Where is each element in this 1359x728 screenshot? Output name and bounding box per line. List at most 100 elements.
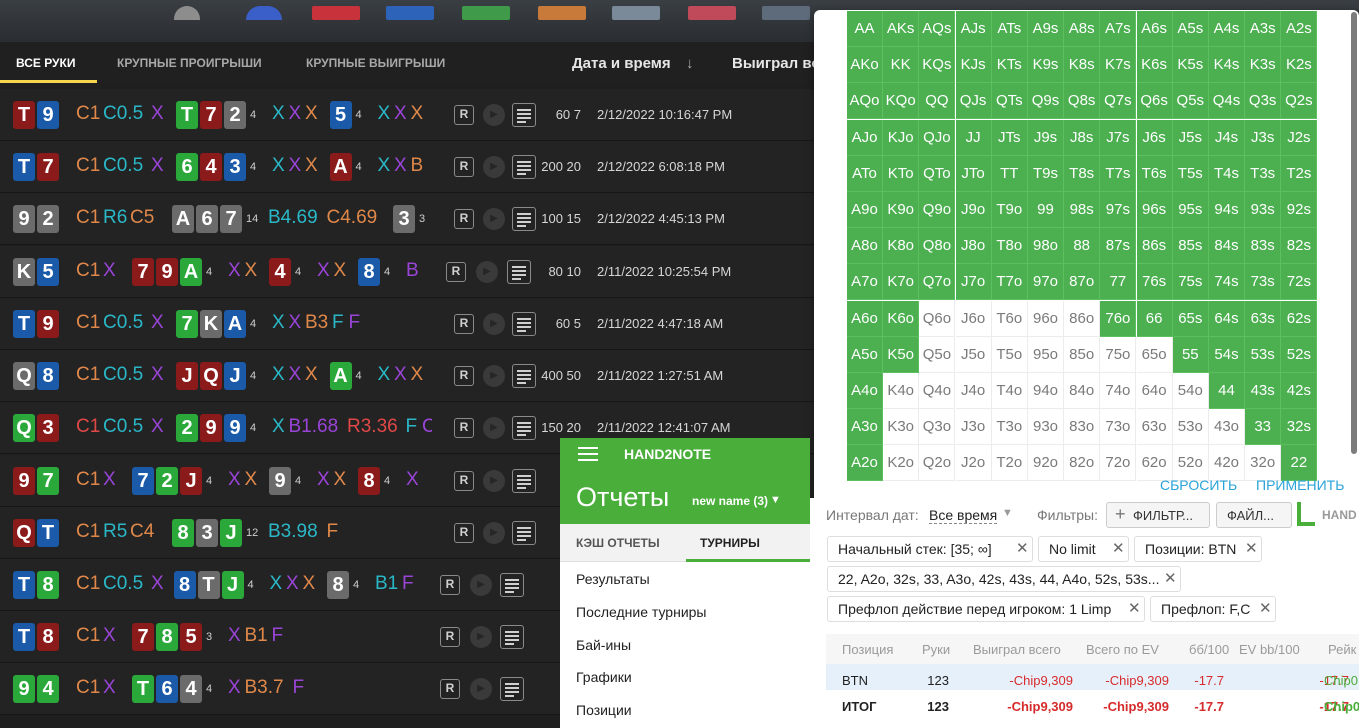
range-cell[interactable]: 64o: [1136, 373, 1173, 409]
range-cell[interactable]: 95o: [1028, 336, 1064, 373]
range-cell[interactable]: QTo: [919, 155, 956, 192]
range-cell[interactable]: Q6s: [1136, 83, 1173, 120]
range-cell[interactable]: 84o: [1064, 373, 1101, 409]
replay-button[interactable]: R: [446, 262, 466, 282]
replay-button[interactable]: R: [454, 157, 474, 177]
app-icon[interactable]: [538, 6, 586, 20]
range-cell[interactable]: T8o: [991, 228, 1028, 265]
range-cell[interactable]: 86s: [1136, 228, 1173, 265]
range-cell[interactable]: J2o: [955, 445, 992, 482]
range-cell[interactable]: Q9s: [1028, 83, 1064, 120]
replay-button[interactable]: R: [454, 105, 474, 125]
range-cell[interactable]: K2s: [1281, 47, 1318, 84]
range-cell[interactable]: J8o: [955, 228, 992, 265]
menu-item-buyins[interactable]: Бай-ины: [576, 637, 631, 653]
range-cell[interactable]: 54s: [1209, 336, 1245, 373]
range-cell[interactable]: A3o: [847, 409, 883, 446]
range-cell[interactable]: T8s: [1064, 155, 1101, 192]
chevron-down-icon[interactable]: ▼: [770, 494, 781, 506]
notes-icon[interactable]: [500, 677, 524, 701]
range-cell[interactable]: KQo: [883, 83, 920, 120]
range-cell[interactable]: A8s: [1064, 11, 1101, 47]
range-cell[interactable]: 98o: [1028, 228, 1064, 265]
range-cell[interactable]: Q7s: [1100, 83, 1137, 120]
range-cell[interactable]: T4s: [1209, 155, 1245, 192]
play-icon[interactable]: ▶: [483, 104, 505, 126]
range-cell[interactable]: K5s: [1172, 47, 1209, 84]
range-cell[interactable]: KTo: [883, 155, 920, 192]
range-cell[interactable]: 53s: [1245, 336, 1282, 373]
range-cell[interactable]: T6s: [1136, 155, 1173, 192]
range-cell[interactable]: J8s: [1064, 119, 1101, 156]
range-cell[interactable]: 76s: [1136, 264, 1173, 301]
replay-button[interactable]: R: [440, 679, 460, 699]
range-cell[interactable]: K9o: [883, 192, 920, 228]
range-cell[interactable]: 62s: [1281, 300, 1318, 337]
range-cell[interactable]: T2o: [991, 445, 1028, 482]
range-cell[interactable]: A6s: [1136, 11, 1173, 47]
range-cell[interactable]: 97s: [1100, 192, 1137, 228]
range-cell[interactable]: 92o: [1028, 445, 1064, 482]
range-cell[interactable]: Q3o: [919, 409, 956, 446]
range-cell[interactable]: A7s: [1100, 11, 1137, 47]
replay-button[interactable]: R: [454, 314, 474, 334]
range-cell[interactable]: J9o: [955, 192, 992, 228]
report-name-select[interactable]: new name (3): [692, 494, 768, 508]
range-cell[interactable]: 66: [1136, 300, 1173, 337]
play-icon[interactable]: ▶: [470, 626, 492, 648]
range-cell[interactable]: 75s: [1172, 264, 1209, 301]
range-cell[interactable]: J4s: [1209, 119, 1245, 156]
range-cell[interactable]: J5o: [955, 336, 992, 373]
range-cell[interactable]: A3s: [1245, 11, 1282, 47]
play-icon[interactable]: ▶: [483, 417, 505, 439]
range-cell[interactable]: J7o: [955, 264, 992, 301]
range-cell[interactable]: K7s: [1100, 47, 1137, 84]
col-position[interactable]: Позиция: [842, 642, 893, 657]
range-cell[interactable]: A9o: [847, 192, 883, 228]
range-cell[interactable]: JTs: [991, 119, 1028, 156]
menu-item-graphs[interactable]: Графики: [576, 669, 632, 685]
range-cell[interactable]: K9s: [1028, 47, 1064, 84]
range-cell[interactable]: 96o: [1028, 300, 1064, 337]
range-cell[interactable]: 77: [1100, 264, 1137, 301]
range-cell[interactable]: 84s: [1209, 228, 1245, 265]
range-cell[interactable]: K5o: [883, 336, 920, 373]
range-cell[interactable]: 74o: [1100, 373, 1137, 409]
range-cell[interactable]: K4o: [883, 373, 920, 409]
range-cell[interactable]: T5o: [991, 336, 1028, 373]
filter-chip[interactable]: 22, A2o, 32s, 33, A3o, 42s, 43s, 44, A4o…: [827, 566, 1181, 592]
range-cell[interactable]: A4s: [1209, 11, 1245, 47]
range-cell[interactable]: JTo: [955, 155, 992, 192]
range-cell[interactable]: A4o: [847, 373, 883, 409]
menu-item-recent-tournaments[interactable]: Последние турниры: [576, 604, 707, 620]
file-button[interactable]: ФАЙЛ...: [1216, 502, 1292, 528]
menu-item-results[interactable]: Результаты: [576, 571, 650, 587]
range-cell[interactable]: 52o: [1172, 445, 1209, 482]
play-icon[interactable]: ▶: [483, 208, 505, 230]
range-cell[interactable]: T3o: [991, 409, 1028, 446]
app-icon[interactable]: [174, 6, 200, 20]
filter-chip[interactable]: Префлоп действие перед игроком: 1 Limp ✕: [827, 596, 1145, 622]
range-cell[interactable]: 65s: [1172, 300, 1209, 337]
range-cell[interactable]: Q6o: [919, 300, 956, 337]
app-icon[interactable]: [612, 6, 660, 20]
tab-big-wins[interactable]: КРУПНЫЕ ВЫИГРЫШИ: [306, 56, 445, 70]
range-cell[interactable]: Q7o: [919, 264, 956, 301]
tab-big-losses[interactable]: КРУПНЫЕ ПРОИГРЫШИ: [117, 56, 262, 70]
replay-button[interactable]: R: [454, 366, 474, 386]
app-icon[interactable]: [312, 6, 360, 20]
range-cell[interactable]: K7o: [883, 264, 920, 301]
range-cell[interactable]: T2s: [1281, 155, 1318, 192]
col-ev-total[interactable]: Всего по EV: [1086, 642, 1159, 657]
range-cell[interactable]: T7o: [991, 264, 1028, 301]
range-scrollbar[interactable]: [1351, 12, 1357, 454]
range-cell[interactable]: J3o: [955, 409, 992, 446]
range-cell[interactable]: ATo: [847, 155, 883, 192]
range-cell[interactable]: T5s: [1172, 155, 1209, 192]
range-cell[interactable]: 55: [1172, 336, 1209, 373]
range-cell[interactable]: KK: [883, 47, 920, 84]
range-cell[interactable]: K6s: [1136, 47, 1173, 84]
tab-cache-reports[interactable]: КЭШ ОТЧЕТЫ: [576, 536, 660, 550]
range-cell[interactable]: 95s: [1172, 192, 1209, 228]
range-cell[interactable]: T9o: [991, 192, 1028, 228]
